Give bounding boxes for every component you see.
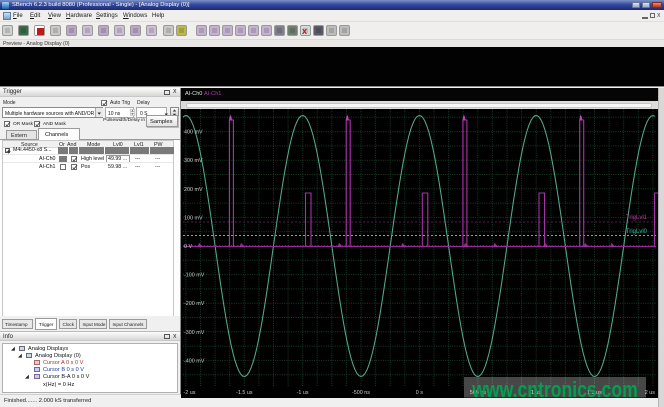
svg-text:300 mV: 300 mV <box>184 158 203 164</box>
svg-text:-100 mV: -100 mV <box>184 273 205 279</box>
svg-text:-500 ns: -500 ns <box>352 390 370 396</box>
svg-text:2 us: 2 us <box>645 390 655 396</box>
svg-text:0 s: 0 s <box>416 390 423 396</box>
svg-text:-200 mV: -200 mV <box>184 301 205 307</box>
svg-text:100 mV: 100 mV <box>184 215 203 221</box>
svg-text:200 mV: 200 mV <box>184 187 203 193</box>
svg-text:400 mV: 400 mV <box>184 130 203 136</box>
svg-text:www.cntronics.com: www.cntronics.com <box>471 378 637 398</box>
svg-text:TrigLvl0: TrigLvl0 <box>626 229 648 235</box>
svg-text:-2 us: -2 us <box>184 390 196 396</box>
svg-text:-1 us: -1 us <box>297 390 309 396</box>
svg-text:-1.5 us: -1.5 us <box>236 390 253 396</box>
svg-text:TrigLvl1: TrigLvl1 <box>626 215 648 221</box>
svg-text:0 V: 0 V <box>184 244 192 250</box>
svg-text:-400 mV: -400 mV <box>184 358 205 364</box>
svg-text:-300 mV: -300 mV <box>184 330 205 336</box>
